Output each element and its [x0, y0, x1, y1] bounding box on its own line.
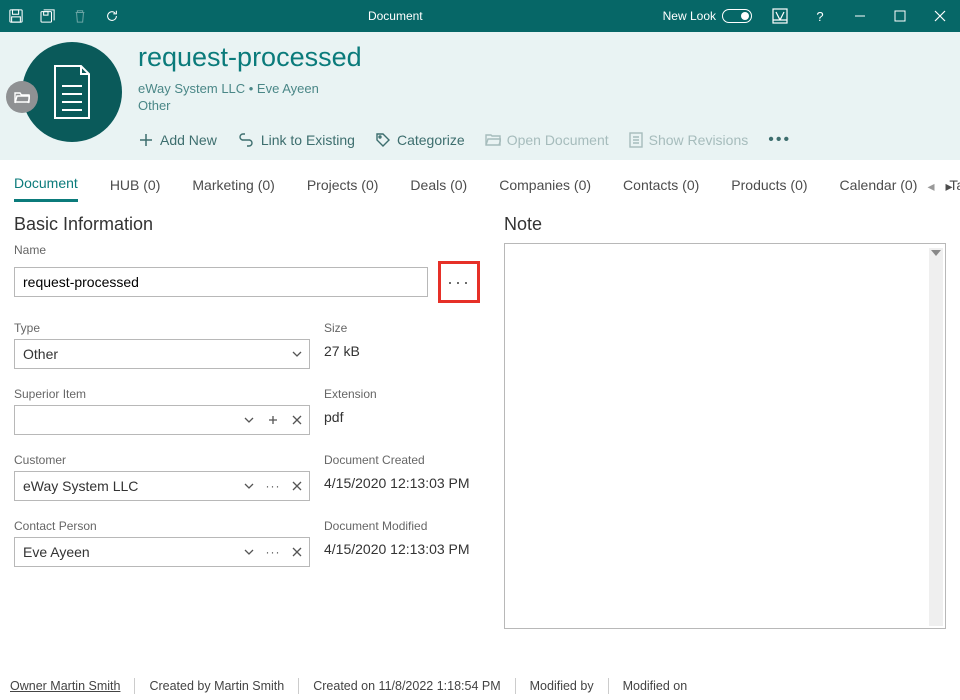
app-icon[interactable] [760, 0, 800, 32]
more-actions-button[interactable]: ••• [768, 131, 791, 149]
chevron-down-icon[interactable] [285, 351, 309, 357]
customer-select[interactable]: eWay System LLC ··· [14, 471, 310, 501]
categorize-button[interactable]: Categorize [375, 132, 465, 148]
basic-info-heading: Basic Information [14, 214, 480, 235]
categorize-label: Categorize [397, 132, 465, 148]
type-value: Other [15, 346, 285, 362]
note-heading: Note [504, 214, 946, 235]
new-look-toggle[interactable]: New Look [663, 9, 752, 23]
extension-value: pdf [324, 405, 480, 425]
save-icon[interactable] [0, 0, 32, 32]
folder-badge-icon[interactable] [6, 81, 38, 113]
type-label: Type [14, 321, 310, 335]
contact-select[interactable]: Eve Ayeen ··· [14, 537, 310, 567]
help-icon[interactable]: ? [800, 0, 840, 32]
document-header: request-processed eWay System LLC • Eve … [0, 32, 960, 160]
new-look-label: New Look [663, 9, 716, 23]
tab-scroll-left-icon[interactable]: ◂ [924, 178, 938, 195]
tab-contacts[interactable]: Contacts (0) [623, 177, 699, 201]
tab-scroll-right-icon[interactable]: ▸ [942, 178, 956, 195]
maximize-icon[interactable] [880, 0, 920, 32]
note-textarea[interactable] [504, 243, 946, 629]
tab-bar: Document HUB (0) Marketing (0) Projects … [0, 160, 960, 202]
refresh-icon[interactable] [96, 0, 128, 32]
tab-companies[interactable]: Companies (0) [499, 177, 591, 201]
superior-select[interactable] [14, 405, 310, 435]
minimize-icon[interactable] [840, 0, 880, 32]
status-owner[interactable]: Owner Martin Smith [10, 679, 134, 693]
show-revisions-button: Show Revisions [629, 132, 749, 148]
created-value: 4/15/2020 12:13:03 PM [324, 471, 480, 491]
tab-hub[interactable]: HUB (0) [110, 177, 161, 201]
chevron-down-icon[interactable] [237, 549, 261, 555]
type-select[interactable]: Other [14, 339, 310, 369]
more-icon[interactable]: ··· [261, 545, 285, 559]
add-new-button[interactable]: Add New [138, 132, 217, 148]
chevron-down-icon[interactable] [237, 483, 261, 489]
chevron-down-icon[interactable] [237, 417, 261, 423]
clear-icon[interactable] [285, 547, 309, 557]
status-created-on: Created on 11/8/2022 1:18:54 PM [299, 679, 514, 693]
link-existing-button[interactable]: Link to Existing [237, 132, 355, 148]
tab-marketing[interactable]: Marketing (0) [192, 177, 274, 201]
name-label: Name [14, 243, 480, 257]
modified-value: 4/15/2020 12:13:03 PM [324, 537, 480, 557]
window-title: Document [128, 9, 663, 23]
tab-projects[interactable]: Projects (0) [307, 177, 379, 201]
status-created-by: Created by Martin Smith [135, 679, 298, 693]
superior-label: Superior Item [14, 387, 310, 401]
plus-icon[interactable] [261, 415, 285, 425]
tab-document[interactable]: Document [14, 175, 78, 202]
note-scrollbar[interactable] [929, 248, 943, 626]
header-subtitle: Other [138, 98, 948, 113]
delete-icon [64, 0, 96, 32]
breadcrumb: eWay System LLC • Eve Ayeen [138, 81, 948, 96]
size-label: Size [324, 321, 480, 335]
open-document-label: Open Document [507, 132, 609, 148]
name-more-button[interactable]: ··· [438, 261, 480, 303]
customer-value: eWay System LLC [15, 478, 237, 494]
open-document-button: Open Document [485, 132, 609, 148]
status-modified-by: Modified by [516, 679, 608, 693]
add-new-label: Add New [160, 132, 217, 148]
show-revisions-label: Show Revisions [649, 132, 749, 148]
status-bar: Owner Martin Smith Created by Martin Smi… [0, 672, 960, 700]
tab-deals[interactable]: Deals (0) [410, 177, 467, 201]
extension-label: Extension [324, 387, 480, 401]
tab-products[interactable]: Products (0) [731, 177, 807, 201]
size-value: 27 kB [324, 339, 480, 359]
contact-label: Contact Person [14, 519, 310, 533]
close-icon[interactable] [920, 0, 960, 32]
clear-icon[interactable] [285, 481, 309, 491]
save-all-icon[interactable] [32, 0, 64, 32]
name-input[interactable] [14, 267, 428, 297]
link-existing-label: Link to Existing [261, 132, 355, 148]
more-icon[interactable]: ··· [261, 479, 285, 493]
title-bar: Document New Look ? [0, 0, 960, 32]
tab-calendar[interactable]: Calendar (0) [840, 177, 918, 201]
document-title: request-processed [138, 42, 948, 73]
contact-value: Eve Ayeen [15, 544, 237, 560]
modified-label: Document Modified [324, 519, 480, 533]
created-label: Document Created [324, 453, 480, 467]
customer-label: Customer [14, 453, 310, 467]
clear-icon[interactable] [285, 415, 309, 425]
status-modified-on: Modified on [609, 679, 702, 693]
